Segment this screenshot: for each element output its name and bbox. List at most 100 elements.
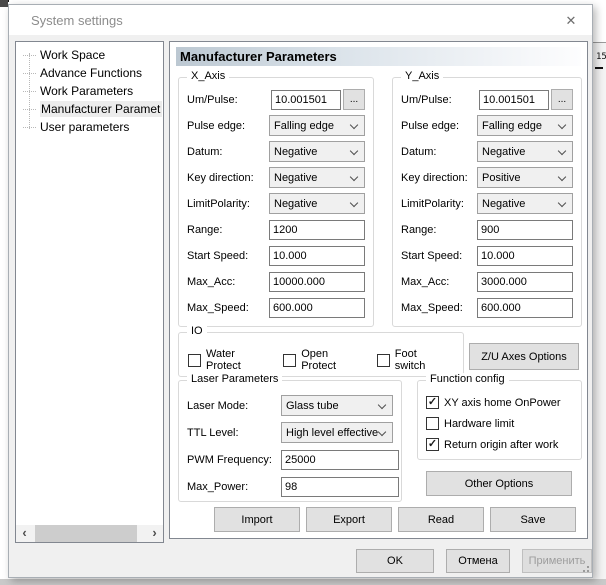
field-label: Um/Pulse:: [187, 93, 238, 106]
x-max-speed-input[interactable]: [269, 297, 365, 318]
grip-dots: [587, 566, 589, 568]
sidebar-item-work-space[interactable]: Work Space: [16, 46, 163, 64]
export-button[interactable]: Export: [306, 507, 392, 532]
tree-horizontal-scrollbar[interactable]: ‹ ›: [16, 525, 163, 542]
combo-value: Positive: [482, 171, 521, 184]
field-label: Range:: [187, 223, 223, 236]
y-max-acc-input[interactable]: [477, 271, 573, 292]
background-bottom-strip: [0, 579, 606, 585]
y-pulse-edge-select[interactable]: Falling edge: [477, 115, 573, 136]
checkbox-box: ✓: [188, 353, 201, 367]
field-row: Datum: Negative: [401, 141, 573, 162]
field-label: Max_Power:: [187, 480, 249, 493]
combo-value: Falling edge: [274, 119, 334, 132]
y-max-speed-input[interactable]: [477, 297, 573, 318]
pwm-frequency-input[interactable]: [281, 449, 399, 470]
tree-item-label: Work Space: [40, 48, 106, 62]
resize-grip[interactable]: [580, 565, 590, 575]
max-power-input[interactable]: [281, 476, 399, 497]
field-row: Max_Power:: [187, 476, 399, 497]
field-row: Um/Pulse: ...: [187, 89, 365, 110]
checkbox-water-protect[interactable]: ✓ Water Protect: [188, 348, 256, 372]
x-range-input[interactable]: [269, 219, 365, 240]
combo-value: Negative: [274, 171, 318, 184]
x-max-acc-input[interactable]: [269, 271, 365, 292]
checkbox-return-origin-after-work[interactable]: ✓ Return origin after work: [426, 434, 561, 455]
y-range-input[interactable]: [477, 219, 573, 240]
y-axis-rows: Um/Pulse: ... Pulse edge: Falling edge D…: [401, 89, 573, 323]
x-limit-polarity-select[interactable]: Negative: [269, 193, 365, 214]
y-um-pulse-more-button[interactable]: ...: [551, 89, 573, 110]
x-datum-select[interactable]: Negative: [269, 141, 365, 162]
ruler-tick: [595, 67, 603, 69]
import-button[interactable]: Import: [214, 507, 300, 532]
sidebar-item-work-parameters[interactable]: Work Parameters: [16, 82, 163, 100]
tree-item-label: Manufacturer Paramet: [40, 101, 163, 117]
chevron-down-icon: [349, 146, 359, 156]
window-title: System settings: [31, 13, 123, 28]
laser-mode-select[interactable]: Glass tube: [281, 395, 393, 416]
chevron-down-icon: [349, 172, 359, 182]
checkbox-box: ✓: [426, 438, 439, 451]
sidebar-item-user-parameters[interactable]: User parameters: [16, 118, 163, 136]
x-pulse-edge-select[interactable]: Falling edge: [269, 115, 365, 136]
field-label: Datum:: [401, 145, 437, 158]
combo-value: Negative: [274, 145, 318, 158]
tree-connector-stub: [23, 126, 36, 128]
field-row: Laser Mode: Glass tube: [187, 395, 393, 416]
checkbox-hardware-limit[interactable]: ✓ Hardware limit: [426, 413, 561, 434]
combo-value: Negative: [482, 145, 526, 158]
sidebar-item-manufacturer-parameters[interactable]: Manufacturer Paramet: [16, 100, 163, 118]
y-datum-select[interactable]: Negative: [477, 141, 573, 162]
sidebar-item-advance-functions[interactable]: Advance Functions: [16, 64, 163, 82]
close-icon[interactable]: ✕: [562, 12, 580, 30]
field-label: Start Speed:: [401, 249, 463, 262]
field-row: Range:: [401, 219, 573, 240]
function-config-rows: ✓ XY axis home OnPower ✓ Hardware limit …: [426, 392, 561, 455]
cancel-button[interactable]: Отмена: [446, 549, 510, 573]
read-button[interactable]: Read: [398, 507, 484, 532]
field-label: Max_Speed:: [401, 301, 463, 314]
checkbox-xy-axis-home-onpower[interactable]: ✓ XY axis home OnPower: [426, 392, 561, 413]
x-um-pulse-input[interactable]: [271, 89, 341, 110]
group-title: Function config: [426, 373, 509, 385]
ruler-label: 15: [596, 52, 606, 62]
zu-axes-options-button[interactable]: Z/U Axes Options: [469, 343, 579, 370]
tree-item-label: Work Parameters: [40, 84, 134, 98]
x-key-direction-select[interactable]: Negative: [269, 167, 365, 188]
scroll-left-icon[interactable]: ‹: [16, 525, 33, 542]
y-limit-polarity-select[interactable]: Negative: [477, 193, 573, 214]
field-label: Laser Mode:: [187, 399, 249, 412]
field-label: Max_Acc:: [401, 275, 450, 288]
field-label: Pulse edge:: [187, 119, 246, 132]
y-key-direction-select[interactable]: Positive: [477, 167, 573, 188]
field-label: LimitPolarity:: [401, 197, 464, 210]
chevron-down-icon: [377, 400, 387, 410]
checkbox-open-protect[interactable]: ✓ Open Protect: [283, 348, 350, 372]
chevron-down-icon: [377, 427, 387, 437]
x-axis-rows: Um/Pulse: ... Pulse edge: Falling edge D…: [187, 89, 365, 323]
ttl-level-select[interactable]: High level effective: [281, 422, 393, 443]
group-title: Laser Parameters: [187, 373, 283, 385]
chevron-down-icon: [557, 198, 567, 208]
scroll-right-icon[interactable]: ›: [146, 525, 163, 542]
other-options-button[interactable]: Other Options: [426, 471, 572, 496]
field-row: Max_Acc:: [401, 271, 573, 292]
save-button[interactable]: Save: [490, 507, 576, 532]
titlebar[interactable]: System settings ✕: [9, 5, 592, 35]
scrollbar-thumb[interactable]: [35, 525, 137, 542]
y-um-pulse-input[interactable]: [479, 89, 549, 110]
field-label: TTL Level:: [187, 426, 239, 439]
checkbox-label: XY axis home OnPower: [444, 396, 561, 409]
ok-button[interactable]: OK: [356, 549, 434, 573]
field-row: Datum: Negative: [187, 141, 365, 162]
x-um-pulse-more-button[interactable]: ...: [343, 89, 365, 110]
system-settings-dialog: System settings ✕ Work Space Advance Fun…: [8, 4, 593, 578]
tree-connector-stub: [23, 54, 36, 56]
checkbox-label: Water Protect: [206, 348, 241, 372]
screen: 15 System settings ✕ Work Space Advance …: [0, 0, 606, 585]
y-start-speed-input[interactable]: [477, 245, 573, 266]
x-start-speed-input[interactable]: [269, 245, 365, 266]
field-row: LimitPolarity: Negative: [187, 193, 365, 214]
checkbox-foot-switch[interactable]: ✓ Foot switch: [376, 348, 436, 372]
